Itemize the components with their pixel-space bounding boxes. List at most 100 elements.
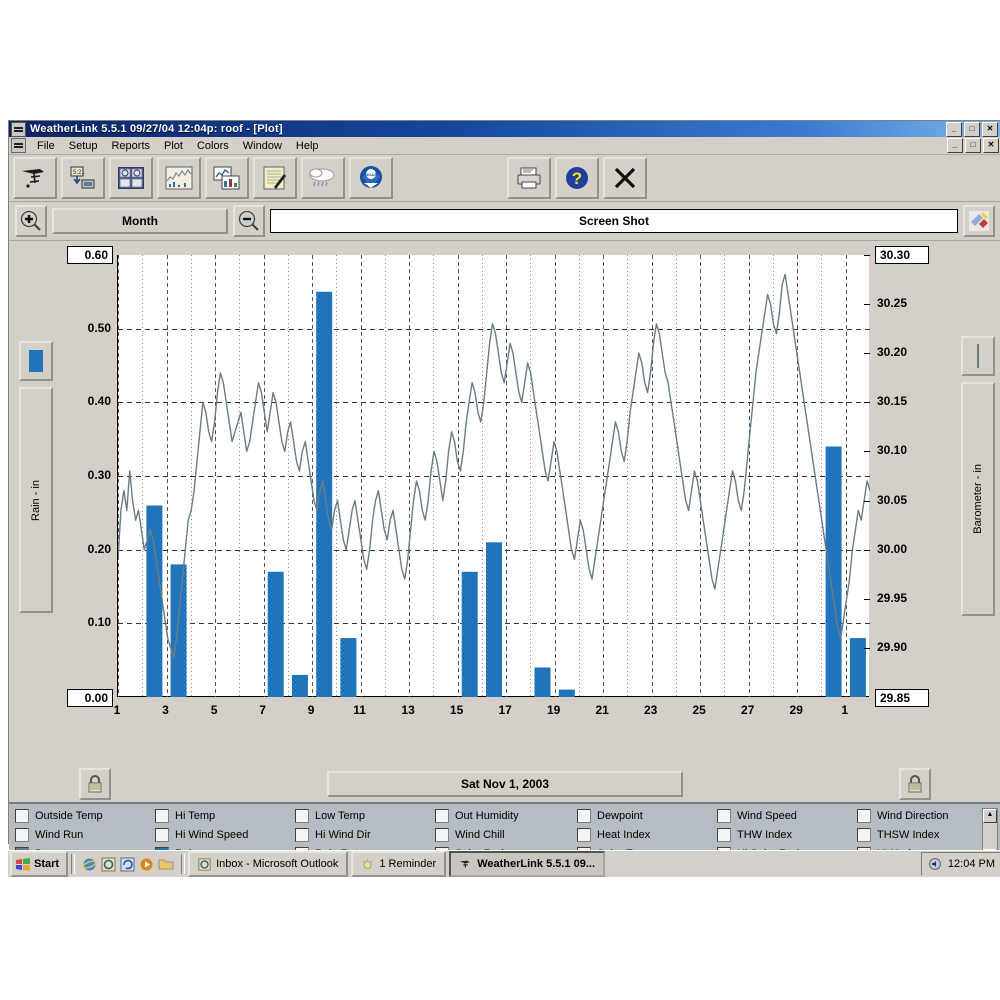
mdi-minimize-button[interactable]: _ [947,138,963,153]
x-axis-tick: 25 [692,703,706,717]
checkbox-wind-direction[interactable] [857,809,871,823]
media-icon[interactable] [139,857,154,872]
date-range-button[interactable]: Sat Nov 1, 2003 [327,771,683,797]
rain-color-swatch[interactable] [19,341,53,381]
menu-window[interactable]: Window [236,139,289,153]
report-icon[interactable] [205,157,249,199]
legend-item-low-temp[interactable]: Low Temp [295,808,435,824]
maximize-button[interactable]: □ [964,121,980,137]
checkbox-low-temp[interactable] [295,809,309,823]
checkbox-out-humidity[interactable] [435,809,449,823]
legend-item-label: Wind Direction [877,810,949,822]
right-axis-min-input[interactable]: 29.85 [875,689,929,707]
checkbox-outside-temp[interactable] [15,809,29,823]
time-span-button[interactable]: Month [52,208,228,234]
windows-logo-icon [16,857,30,871]
windows-taskbar: Start Inbox - Microsoft Outlook 1 Remind… [8,850,1000,877]
checkbox-hi-temp[interactable] [155,809,169,823]
checkbox-thsw-index[interactable] [857,828,871,842]
right-axis-tick: 29.95 [877,590,908,605]
menu-setup[interactable]: Setup [62,139,105,153]
padlock-icon[interactable] [899,768,931,800]
legend-item-thw-index[interactable]: THW Index [717,827,857,843]
checkbox-hi-wind-dir[interactable] [295,828,309,842]
checkbox-hi-wind-speed[interactable] [155,828,169,842]
checkbox-dewpoint[interactable] [577,809,591,823]
chart-canvas [118,255,870,697]
volume-icon[interactable] [928,857,942,871]
checkbox-wind-chill[interactable] [435,828,449,842]
plot-navbar: Month Screen Shot [9,202,1000,241]
plot-container: Rain - in Barometer - in 0.60 0.00 30.30… [9,241,1000,766]
noaa-icon[interactable]: NOAA [349,157,393,199]
plot-title-input[interactable]: Screen Shot [270,209,958,233]
right-axis-max-input[interactable]: 30.30 [875,246,929,264]
checkbox-thw-index[interactable] [717,828,731,842]
legend-item-hi-temp[interactable]: Hi Temp [155,808,295,824]
outlook-icon[interactable] [101,857,116,872]
right-axis-tick: 30.15 [877,394,908,409]
bulletin-icon[interactable] [109,157,153,199]
svg-text:5:21: 5:21 [73,170,85,176]
storm-icon[interactable] [301,157,345,199]
legend-item-thsw-index[interactable]: THSW Index [857,827,997,843]
legend-item-heat-index[interactable]: Heat Index [577,827,717,843]
zoom-in-icon[interactable] [15,205,47,237]
legend-item-hi-wind-speed[interactable]: Hi Wind Speed [155,827,295,843]
legend-item-dewpoint[interactable]: Dewpoint [577,808,717,824]
left-axis-tick: 0.20 [87,541,111,556]
menu-help[interactable]: Help [289,139,326,153]
legend-item-hi-wind-dir[interactable]: Hi Wind Dir [295,827,435,843]
close-x-icon[interactable] [603,157,647,199]
zoom-out-icon[interactable] [233,205,265,237]
document-icon[interactable] [11,138,26,153]
x-axis-tick: 5 [210,703,218,717]
help-icon[interactable]: ? [555,157,599,199]
station-icon[interactable] [13,157,57,199]
checkbox-wind-run[interactable] [15,828,29,842]
taskbar-button-weatherlink[interactable]: WeatherLink 5.5.1 09... [449,851,605,877]
close-button[interactable]: ✕ [982,121,998,137]
legend-item-wind-chill[interactable]: Wind Chill [435,827,577,843]
menu-colors[interactable]: Colors [190,139,236,153]
color-palette-icon[interactable] [963,205,995,237]
legend-scroll-up-button[interactable]: ▲ [983,809,997,823]
ie-icon[interactable] [82,857,97,872]
checkbox-wind-speed[interactable] [717,809,731,823]
minimize-button[interactable]: _ [946,121,962,137]
screenshot-root: WeatherLink 5.5.1 09/27/04 12:04p: roof … [0,0,1000,1000]
start-button[interactable]: Start [10,851,69,877]
x-axis-tick: 1 [841,703,849,717]
legend-item-label: THSW Index [877,829,940,841]
checkbox-heat-index[interactable] [577,828,591,842]
download-icon[interactable]: 5:21 [61,157,105,199]
left-axis-label: Rain - in [30,479,42,521]
taskbar-clock: 12:04 PM [947,858,995,870]
plot-icon[interactable] [157,157,201,199]
folder-icon[interactable] [158,857,174,871]
mdi-close-button[interactable]: ✕ [983,138,999,153]
legend-item-wind-speed[interactable]: Wind Speed [717,808,857,824]
date-navigation-row: Sat Nov 1, 2003 [9,766,1000,802]
x-axis-tick: 9 [307,703,315,717]
notes-icon[interactable] [253,157,297,199]
legend-item-outside-temp[interactable]: Outside Temp [15,808,155,824]
menu-file[interactable]: File [30,139,62,153]
x-axis-tick: 27 [741,703,755,717]
taskbar-button-reminder[interactable]: 1 Reminder [351,851,447,877]
menu-plot[interactable]: Plot [157,139,190,153]
update-icon[interactable] [120,857,135,872]
legend-item-wind-direction[interactable]: Wind Direction [857,808,997,824]
menu-reports[interactable]: Reports [104,139,157,153]
chart-plot-area[interactable] [117,255,870,697]
barometer-color-swatch[interactable] [961,336,995,376]
left-axis-max-input[interactable]: 0.60 [67,246,113,264]
print-icon[interactable] [507,157,551,199]
taskbar-button-outlook[interactable]: Inbox - Microsoft Outlook [188,851,349,877]
x-axis-tick: 21 [595,703,609,717]
legend-item-out-humidity[interactable]: Out Humidity [435,808,577,824]
mdi-restore-button[interactable]: □ [965,138,981,153]
legend-item-wind-run[interactable]: Wind Run [15,827,155,843]
left-axis-tick: 0.10 [87,615,111,630]
padlock-icon[interactable] [79,768,111,800]
